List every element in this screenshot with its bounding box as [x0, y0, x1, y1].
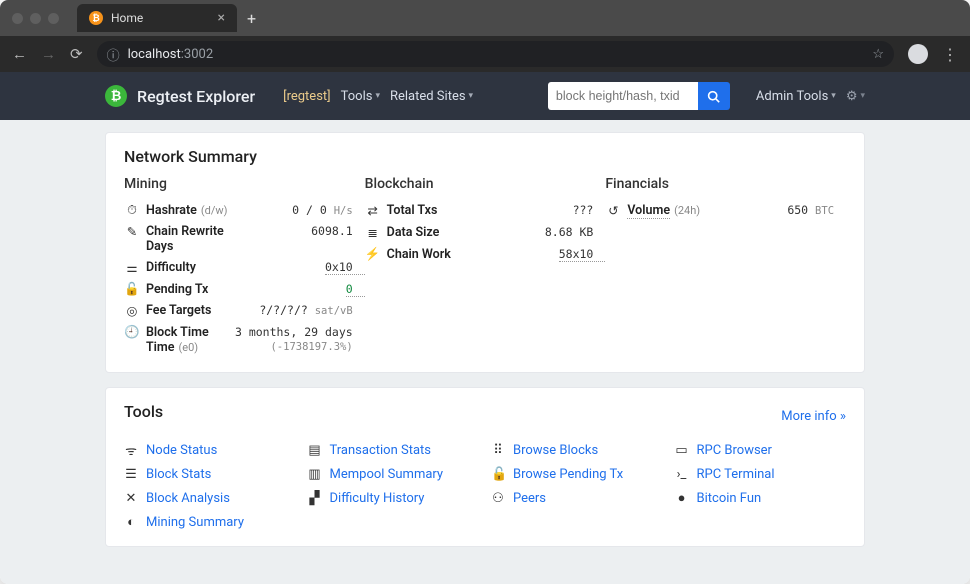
min-dot[interactable] [30, 13, 41, 24]
chevron-down-icon: ▾ [860, 91, 865, 101]
tool-mining-summary[interactable]: ◐Mining Summary [124, 512, 296, 532]
nav-admin-tools[interactable]: Admin Tools▾ [756, 89, 836, 104]
card-title: Network Summary [124, 147, 846, 166]
settings-gear[interactable]: ⚙▾ [846, 89, 865, 104]
more-info-link[interactable]: More info » [781, 409, 846, 424]
search-form [548, 82, 730, 110]
chevron-down-icon: ▾ [375, 91, 380, 101]
tools-card: Tools More info » ᯤNode Status ▤Transact… [105, 387, 865, 547]
fee-targets-row: ◎ Fee Targets ?/?/?/? sat/vB [124, 300, 365, 322]
difficulty-row: ⚌ Difficulty 0x10 [124, 257, 365, 279]
bookmark-star-icon[interactable]: ☆ [872, 47, 884, 62]
history-icon: ↺ [605, 203, 621, 219]
pie-chart-icon: ◐ [124, 514, 138, 530]
layers-icon: ☰ [124, 467, 138, 482]
max-dot[interactable] [48, 13, 59, 24]
reload-icon[interactable]: ⟳ [70, 45, 83, 63]
chart-bar-icon: ▤ [308, 443, 322, 458]
target-icon: ◎ [124, 303, 140, 319]
clock-icon: 🕘 [124, 325, 140, 340]
chain-work-row: ⚡ Chain Work 58x10 [365, 244, 606, 265]
close-dot[interactable] [12, 13, 23, 24]
tool-difficulty-history[interactable]: ▞Difficulty History [308, 488, 480, 508]
window-controls [12, 13, 59, 24]
close-tab-icon[interactable]: × [218, 10, 225, 26]
block-time-row: 🕘 Block TimeTime (e0) 3 months, 29 days … [124, 322, 365, 358]
database-icon: ≣ [365, 225, 381, 241]
cubes-icon: ⠿ [491, 443, 505, 458]
browser-tab[interactable]: ₿ Home × [77, 4, 237, 32]
tool-mempool-summary[interactable]: ▥Mempool Summary [308, 465, 480, 484]
search-input[interactable] [548, 82, 698, 110]
tool-rpc-terminal[interactable]: ›_RPC Terminal [675, 465, 847, 484]
data-size-row: ≣ Data Size 8.68 KB [365, 222, 606, 244]
tachometer-icon: ⏱ [124, 203, 140, 218]
chevron-down-icon: ▾ [831, 91, 836, 101]
blockchain-column: Blockchain ⇄ Total Txs ??? ≣ Data Size 8… [365, 176, 606, 358]
book-icon: ▭ [675, 443, 689, 458]
brand-title: Regtest Explorer [137, 87, 255, 106]
terminal-icon: ›_ [675, 467, 689, 482]
tool-peers[interactable]: ⚇Peers [491, 488, 663, 508]
tool-block-analysis[interactable]: ✕Block Analysis [124, 488, 296, 508]
mining-column: Mining ⏱ Hashrate (d/w) 0 / 0 H/s ✎ Chai… [124, 176, 365, 358]
search-icon [707, 90, 720, 103]
chain-rewrite-row: ✎ Chain Rewrite Days 6098.1 [124, 221, 365, 257]
chevron-down-icon: ▾ [469, 91, 474, 101]
tool-rpc-browser[interactable]: ▭RPC Browser [675, 439, 847, 461]
total-txs-row: ⇄ Total Txs ??? [365, 200, 606, 222]
network-summary-card: Network Summary Mining ⏱ Hashrate (d/w) … [105, 132, 865, 373]
bolt-icon: ⚡ [365, 247, 381, 262]
brand-bitcoin-icon: ₿ [105, 85, 127, 107]
clipboard-icon: ▥ [308, 467, 322, 482]
browser-window: ₿ Home × + ← → ⟳ ⓘ localhost:3002 ☆ ⋮ ₿ … [0, 0, 970, 584]
pending-tx-row: 🔓 Pending Tx 0 [124, 279, 365, 300]
tools-heading: Tools [124, 402, 163, 421]
favicon-bitcoin-icon: ₿ [89, 11, 103, 25]
exchange-icon: ⇄ [365, 203, 381, 219]
unlock-icon: 🔓 [491, 467, 505, 482]
blockchain-heading: Blockchain [365, 176, 606, 192]
edit-icon: ✎ [124, 224, 140, 240]
dumbbell-icon: ⚌ [124, 260, 140, 276]
tool-browse-pending-tx[interactable]: 🔓Browse Pending Tx [491, 465, 663, 484]
smile-icon: ● [675, 490, 689, 506]
url-port: :3002 [181, 47, 213, 62]
broadcast-icon: ᯤ [124, 441, 138, 459]
address-bar[interactable]: ⓘ localhost:3002 ☆ [97, 41, 894, 67]
new-tab-button[interactable]: + [247, 9, 256, 28]
volume-row: ↺ Volume (24h) 650 BTC [605, 200, 846, 222]
tool-block-stats[interactable]: ☰Block Stats [124, 465, 296, 484]
toolbar: ← → ⟳ ⓘ localhost:3002 ☆ ⋮ [0, 36, 970, 72]
back-icon[interactable]: ← [12, 45, 27, 63]
info-icon: ⓘ [107, 45, 120, 64]
search-button[interactable] [698, 82, 730, 110]
tool-transaction-stats[interactable]: ▤Transaction Stats [308, 439, 480, 461]
tool-node-status[interactable]: ᯤNode Status [124, 439, 296, 461]
titlebar: ₿ Home × + [0, 0, 970, 36]
microscope-icon: ✕ [124, 491, 138, 506]
nav-tools[interactable]: Tools▾ [341, 89, 380, 104]
gear-icon: ⚙ [846, 89, 858, 104]
tab-title: Home [111, 11, 143, 25]
network-tag: [regtest] [283, 89, 330, 104]
nav-related-sites[interactable]: Related Sites▾ [390, 89, 473, 104]
chart-line-icon: ▞ [308, 491, 322, 506]
financials-heading: Financials [605, 176, 846, 192]
profile-avatar[interactable] [908, 44, 928, 64]
unlock-icon: 🔓 [124, 282, 140, 297]
tool-bitcoin-fun[interactable]: ●Bitcoin Fun [675, 488, 847, 508]
page: ₿ Regtest Explorer [regtest] Tools▾ Rela… [0, 72, 970, 584]
url-host: localhost [128, 47, 181, 62]
mining-heading: Mining [124, 176, 365, 192]
tool-browse-blocks[interactable]: ⠿Browse Blocks [491, 439, 663, 461]
forward-icon[interactable]: → [41, 45, 56, 63]
menu-kebab-icon[interactable]: ⋮ [942, 45, 958, 64]
financials-column: Financials ↺ Volume (24h) 650 BTC [605, 176, 846, 358]
app-navbar: ₿ Regtest Explorer [regtest] Tools▾ Rela… [0, 72, 970, 120]
network-icon: ⚇ [491, 491, 505, 506]
hashrate-row: ⏱ Hashrate (d/w) 0 / 0 H/s [124, 200, 365, 221]
